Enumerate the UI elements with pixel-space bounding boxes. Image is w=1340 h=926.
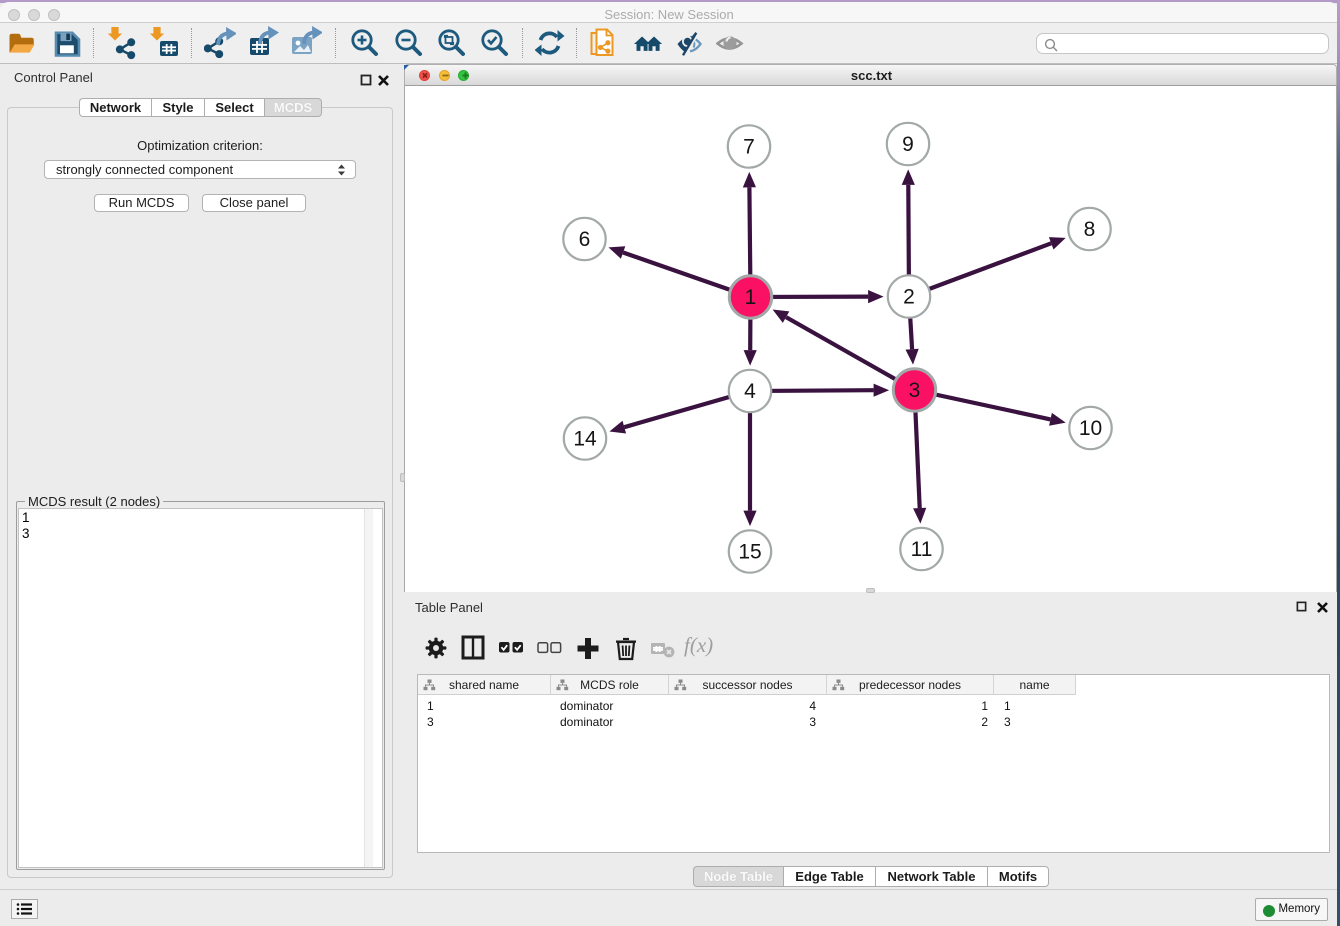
svg-text:2: 2: [903, 286, 915, 309]
svg-text:8: 8: [1084, 218, 1096, 241]
svg-text:7: 7: [743, 136, 755, 159]
svg-text:11: 11: [911, 538, 933, 561]
svg-text:14: 14: [573, 428, 597, 451]
svg-text:15: 15: [738, 541, 761, 564]
svg-text:9: 9: [902, 133, 914, 156]
svg-text:10: 10: [1079, 417, 1102, 440]
svg-text:3: 3: [909, 379, 921, 402]
svg-text:4: 4: [744, 380, 756, 403]
svg-text:6: 6: [579, 228, 591, 251]
svg-text:1: 1: [745, 286, 757, 309]
